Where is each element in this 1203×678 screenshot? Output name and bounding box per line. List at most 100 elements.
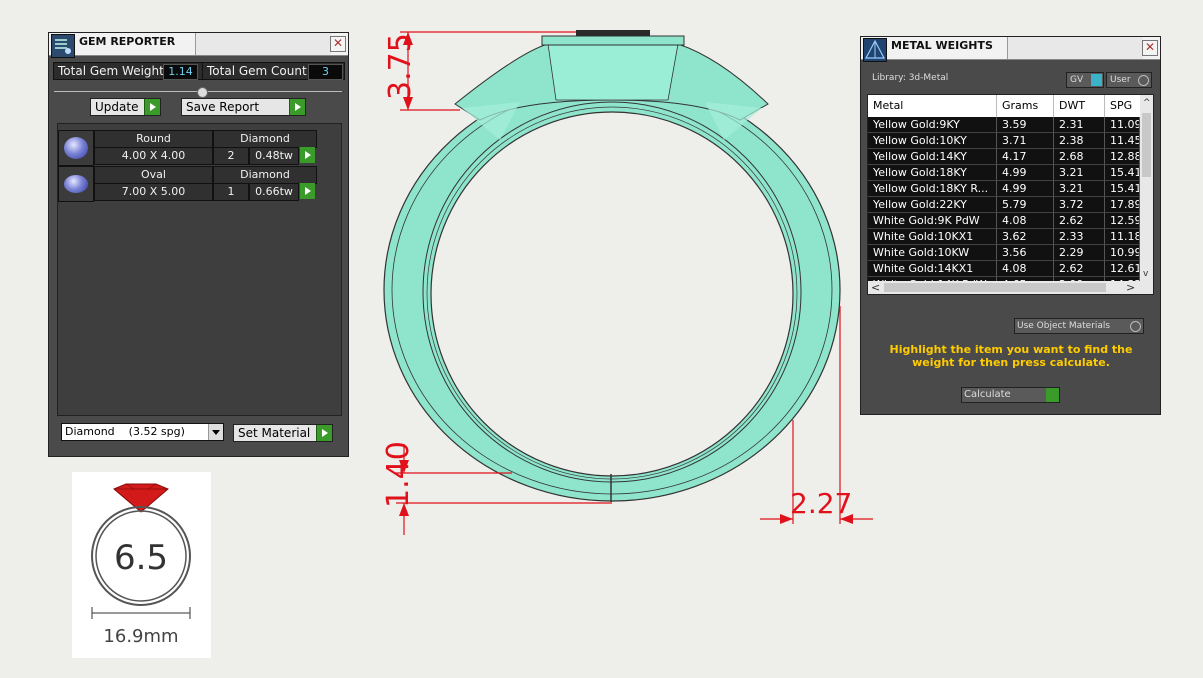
use-object-materials-label: Use Object Materials bbox=[1017, 321, 1111, 331]
grams-cell: 3.56 bbox=[997, 245, 1054, 261]
metal-weights-icon bbox=[863, 38, 887, 62]
metal-weights-panel: METAL WEIGHTS ✕ Library: 3d-Metal GV Use… bbox=[860, 36, 1161, 415]
metal-table-row[interactable]: White Gold:9K PdW 4.08 2.62 12.59 bbox=[868, 213, 1140, 229]
user-indicator bbox=[1138, 75, 1149, 86]
gem-weight: 0.48tw bbox=[249, 147, 299, 165]
play-icon bbox=[144, 99, 160, 115]
grams-cell: 3.59 bbox=[997, 117, 1054, 133]
calculate-button-label: Calculate bbox=[964, 389, 1011, 400]
metal-table: Metal Grams DWT SPG Yellow Gold:9KY 3.59 2… bbox=[867, 94, 1154, 295]
spg-cell: 12.88 bbox=[1105, 149, 1140, 165]
dwt-cell: 2.29 bbox=[1054, 245, 1105, 261]
use-object-materials-indicator bbox=[1130, 321, 1141, 332]
round-gem-icon bbox=[58, 130, 94, 166]
metal-weights-close-icon[interactable]: ✕ bbox=[1142, 40, 1158, 56]
col-spg[interactable]: SPG bbox=[1105, 95, 1145, 117]
grams-cell: 4.17 bbox=[997, 149, 1054, 165]
save-report-button[interactable]: Save Report bbox=[181, 98, 306, 116]
gem-reporter-close-icon[interactable]: ✕ bbox=[330, 36, 346, 52]
gem-count: 2 bbox=[213, 147, 249, 165]
gem-size: 7.00 X 5.00 bbox=[94, 183, 213, 201]
ring-size-value: 6.5 bbox=[114, 538, 168, 578]
dwt-cell: 2.33 bbox=[1054, 229, 1105, 245]
metal-name-cell: Yellow Gold:22KY bbox=[868, 197, 997, 213]
gem-list: Round Diamond 4.00 X 4.00 2 0.48tw Oval … bbox=[57, 123, 342, 416]
scroll-thumb[interactable] bbox=[1142, 113, 1151, 177]
metal-table-header: Metal Grams DWT SPG bbox=[868, 95, 1140, 117]
gv-label: GV bbox=[1070, 75, 1084, 85]
gem-weight: 0.66tw bbox=[249, 183, 299, 201]
dim-side-label: 2.27 bbox=[790, 487, 852, 520]
grams-cell: 4.99 bbox=[997, 165, 1054, 181]
metal-name-cell: Yellow Gold:14KY bbox=[868, 149, 997, 165]
list-size-slider[interactable] bbox=[54, 87, 342, 98]
scroll-left-icon[interactable]: < bbox=[871, 281, 880, 294]
metal-name-cell: White Gold:10KX1 bbox=[868, 229, 997, 245]
set-material-button[interactable]: Set Material bbox=[233, 424, 333, 442]
metal-weights-titlebar[interactable]: METAL WEIGHTS ✕ bbox=[861, 37, 1160, 62]
dwt-cell: 3.21 bbox=[1054, 165, 1105, 181]
gem-reporter-panel: GEM REPORTER ✕ Total Gem Weight 1.14 Tot… bbox=[48, 32, 349, 457]
play-icon bbox=[289, 99, 305, 115]
col-grams[interactable]: Grams bbox=[997, 95, 1054, 117]
ring-top-plate bbox=[541, 35, 685, 46]
user-toggle[interactable]: User bbox=[1106, 72, 1152, 88]
ring-inner-hole bbox=[430, 111, 794, 477]
slider-handle[interactable] bbox=[197, 87, 208, 98]
play-icon bbox=[1046, 388, 1059, 402]
horizontal-scrollbar[interactable]: < > bbox=[868, 281, 1153, 294]
gem-count: 1 bbox=[213, 183, 249, 201]
calculate-button[interactable]: Calculate bbox=[961, 387, 1060, 403]
dwt-cell: 2.38 bbox=[1054, 133, 1105, 149]
metal-table-row[interactable]: White Gold:10KW 3.56 2.29 10.99 bbox=[868, 245, 1140, 261]
dwt-cell: 2.62 bbox=[1054, 261, 1105, 277]
scroll-down-icon[interactable]: v bbox=[1143, 269, 1148, 279]
gem-reporter-icon bbox=[51, 34, 75, 58]
spg-cell: 17.89 bbox=[1105, 197, 1140, 213]
ring-diameter-value: 16.9mm bbox=[103, 626, 178, 647]
gem-reporter-title: GEM REPORTER bbox=[79, 35, 176, 48]
dwt-cell: 2.31 bbox=[1054, 117, 1105, 133]
oval-gem-icon bbox=[58, 166, 94, 202]
metal-table-row[interactable]: Yellow Gold:9KY 3.59 2.31 11.09 bbox=[868, 117, 1140, 133]
gem-shape: Oval bbox=[94, 166, 213, 184]
update-button[interactable]: Update bbox=[90, 98, 161, 116]
scroll-right-icon[interactable]: > bbox=[1126, 281, 1135, 294]
ring-size-graphic: 6.5 16.9mm bbox=[91, 483, 191, 647]
metal-name-cell: Yellow Gold:18KY R... bbox=[868, 181, 997, 197]
metal-table-row[interactable]: Yellow Gold:14KY 4.17 2.68 12.88 bbox=[868, 149, 1140, 165]
col-dwt[interactable]: DWT bbox=[1054, 95, 1105, 117]
use-object-materials-toggle[interactable]: Use Object Materials bbox=[1014, 318, 1144, 334]
metal-table-row[interactable]: Yellow Gold:10KY 3.71 2.38 11.45 bbox=[868, 133, 1140, 149]
metal-name-cell: White Gold:9K PdW bbox=[868, 213, 997, 229]
material-select-value: Diamond (3.52 spg) bbox=[65, 425, 185, 438]
material-select[interactable]: Diamond (3.52 spg) bbox=[61, 423, 224, 441]
spg-cell: 15.41 bbox=[1105, 181, 1140, 197]
scroll-up-icon[interactable]: ^ bbox=[1143, 98, 1151, 108]
metal-name-cell: Yellow Gold:9KY bbox=[868, 117, 997, 133]
metal-weights-title: METAL WEIGHTS bbox=[891, 39, 993, 52]
gem-row[interactable]: Oval Diamond 7.00 X 5.00 1 0.66tw bbox=[58, 166, 317, 202]
metal-name-cell: White Gold:10KW bbox=[868, 245, 997, 261]
chevron-down-icon[interactable] bbox=[208, 424, 223, 440]
grams-cell: 3.62 bbox=[997, 229, 1054, 245]
spg-cell: 15.41 bbox=[1105, 165, 1140, 181]
metal-table-row[interactable]: Yellow Gold:18KY R... 4.99 3.21 15.41 bbox=[868, 181, 1140, 197]
gem-select-button[interactable] bbox=[299, 183, 315, 199]
metal-table-row[interactable]: Yellow Gold:18KY 4.99 3.21 15.41 bbox=[868, 165, 1140, 181]
user-label: User bbox=[1110, 75, 1131, 85]
metal-weights-title-tab bbox=[1007, 37, 1143, 59]
gem-reporter-titlebar[interactable]: GEM REPORTER ✕ bbox=[49, 33, 348, 58]
spg-cell: 10.99 bbox=[1105, 245, 1140, 261]
gem-row[interactable]: Round Diamond 4.00 X 4.00 2 0.48tw bbox=[58, 130, 317, 166]
dwt-cell: 3.72 bbox=[1054, 197, 1105, 213]
vertical-scrollbar[interactable]: ^ v bbox=[1140, 95, 1153, 281]
col-metal[interactable]: Metal bbox=[868, 95, 997, 117]
gem-material: Diamond bbox=[213, 130, 317, 148]
metal-table-row[interactable]: Yellow Gold:22KY 5.79 3.72 17.89 bbox=[868, 197, 1140, 213]
metal-table-row[interactable]: White Gold:10KX1 3.62 2.33 11.18 bbox=[868, 229, 1140, 245]
gem-select-button[interactable] bbox=[299, 147, 315, 163]
metal-table-row[interactable]: White Gold:14KX1 4.08 2.62 12.61 bbox=[868, 261, 1140, 277]
gv-toggle[interactable]: GV bbox=[1066, 72, 1104, 88]
scroll-h-thumb[interactable] bbox=[884, 283, 1106, 292]
